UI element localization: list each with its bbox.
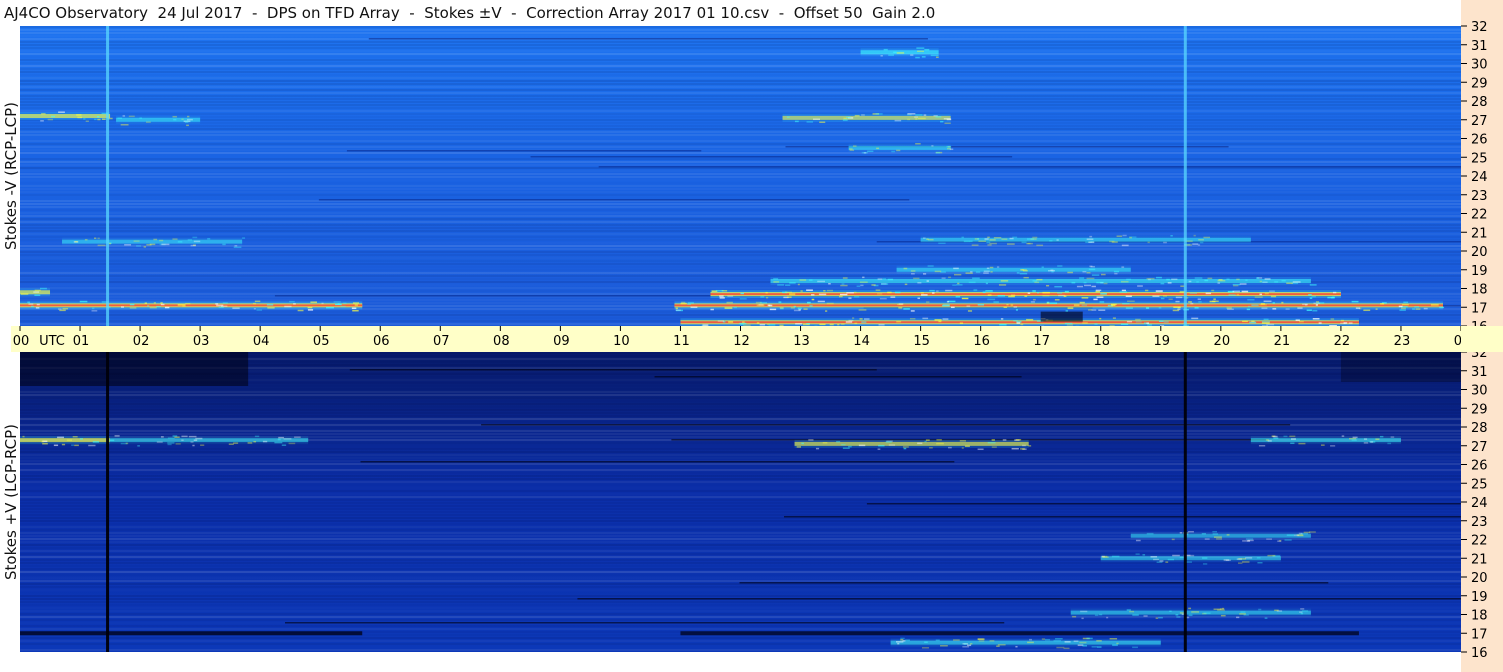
time-axis-canvas: 00 01 02 03 04 05 06 07 08 09 10 11 12 13 14 15 16 17 18 19… xyxy=(13,326,1466,349)
time-tick-label: 23 xyxy=(1394,334,1411,349)
freq-tick-label: 29 xyxy=(1471,402,1488,417)
time-tick-label: 14 xyxy=(853,334,870,349)
time-tick-label: 17 xyxy=(1033,334,1050,349)
freq-tick-label: 17 xyxy=(1471,301,1488,316)
time-tick-label: 08 xyxy=(493,334,510,349)
absorption-regions xyxy=(1040,311,1083,322)
stokes-plus-v-spectrogram xyxy=(20,352,1461,652)
time-tick-label: 19 xyxy=(1154,334,1171,349)
vertical-line xyxy=(106,26,110,326)
freq-tick-label: 24 xyxy=(1471,496,1488,511)
freq-tick-label: 32 xyxy=(1471,20,1488,35)
freq-tick-label: 18 xyxy=(1471,283,1488,298)
time-tick-label: 22 xyxy=(1334,334,1351,349)
freq-tick-label: 22 xyxy=(1471,534,1488,549)
time-tick-label: 07 xyxy=(433,334,450,349)
freq-tick-label: 28 xyxy=(1471,95,1488,110)
time-tick-label: 00 xyxy=(13,334,30,349)
top-spectrogram-canvas xyxy=(20,26,1461,326)
band-hot xyxy=(20,304,363,307)
vertical-line xyxy=(106,352,110,652)
freq-tick-label: 25 xyxy=(1471,477,1488,492)
time-tick-label: 05 xyxy=(313,334,330,349)
freq-tick-label: 26 xyxy=(1471,459,1488,474)
band-core xyxy=(848,145,951,150)
freq-tick-label: 19 xyxy=(1471,264,1488,279)
freq-tick-label: 25 xyxy=(1471,151,1488,166)
frequency-axis-gap xyxy=(1461,326,1503,352)
page-title: AJ4CO Observatory 24 Jul 2017 - DPS on T… xyxy=(4,4,936,22)
freq-tick-label: 20 xyxy=(1471,571,1488,586)
time-tick-label: 01 xyxy=(73,334,90,349)
freq-tick-label: 26 xyxy=(1471,133,1488,148)
utc-time-axis: 00 01 02 03 04 05 06 07 08 09 10 11 12 13 14 15 16 17 18 19… xyxy=(11,326,1466,352)
time-tick-label: 15 xyxy=(913,334,930,349)
time-tick-label: 13 xyxy=(793,334,810,349)
vertical-line xyxy=(1183,352,1187,652)
band-core xyxy=(62,239,243,244)
time-tick-label: 06 xyxy=(373,334,390,349)
freq-tick-label: 29 xyxy=(1471,76,1488,91)
bottom-panel-label: Stokes +V (LCP-RCP) xyxy=(2,424,20,580)
freq-tick-label: 22 xyxy=(1471,208,1488,223)
time-tick-label: 04 xyxy=(253,334,270,349)
band-core xyxy=(20,114,111,118)
top-panel-label: Stokes -V (RCP-LCP) xyxy=(2,102,20,250)
time-tick-label: 02 xyxy=(133,334,150,349)
freq-tick-label: 21 xyxy=(1471,226,1488,241)
time-tick-label: 18 xyxy=(1093,334,1110,349)
freq-tick-label: 17 xyxy=(1471,627,1488,642)
time-tick-label: 21 xyxy=(1274,334,1291,349)
freq-tick-label: 28 xyxy=(1471,421,1488,436)
freq-tick-label: 31 xyxy=(1471,39,1488,54)
time-tick-label: 12 xyxy=(733,334,750,349)
stokes-minus-v-spectrogram xyxy=(20,26,1461,326)
vertical-line xyxy=(1183,26,1187,326)
freq-tick-label: 19 xyxy=(1471,590,1488,605)
utc-unit-label: UTC xyxy=(39,334,65,349)
band-core xyxy=(1070,610,1311,615)
freq-tick-label: 27 xyxy=(1471,114,1488,129)
time-tick-label: 16 xyxy=(973,334,990,349)
freq-tick-label: 27 xyxy=(1471,440,1488,455)
band-hot xyxy=(710,293,1341,296)
freq-tick-label: 31 xyxy=(1471,365,1488,380)
time-tick-label: 11 xyxy=(673,334,690,349)
time-tick-label: 10 xyxy=(613,334,630,349)
freq-tick-label: 18 xyxy=(1471,609,1488,624)
freq-tick-label: 23 xyxy=(1471,189,1488,204)
band-core xyxy=(1100,556,1281,561)
bottom-spectrogram-canvas xyxy=(20,352,1461,652)
freq-tick-label: 21 xyxy=(1471,552,1488,567)
time-tick-label: 09 xyxy=(553,334,570,349)
freq-tick-label: 30 xyxy=(1471,58,1488,73)
time-tick-label: 03 xyxy=(193,334,210,349)
band-core xyxy=(890,640,1161,645)
freq-tick-label: 23 xyxy=(1471,515,1488,530)
freq-tick-label: 20 xyxy=(1471,245,1488,260)
time-tick-label: 20 xyxy=(1214,334,1231,349)
band-core xyxy=(896,267,1131,272)
band-hot xyxy=(674,304,1443,307)
freq-tick-label: 16 xyxy=(1471,646,1488,661)
freq-tick-label: 24 xyxy=(1471,170,1488,185)
freq-tick-label: 30 xyxy=(1471,384,1488,399)
